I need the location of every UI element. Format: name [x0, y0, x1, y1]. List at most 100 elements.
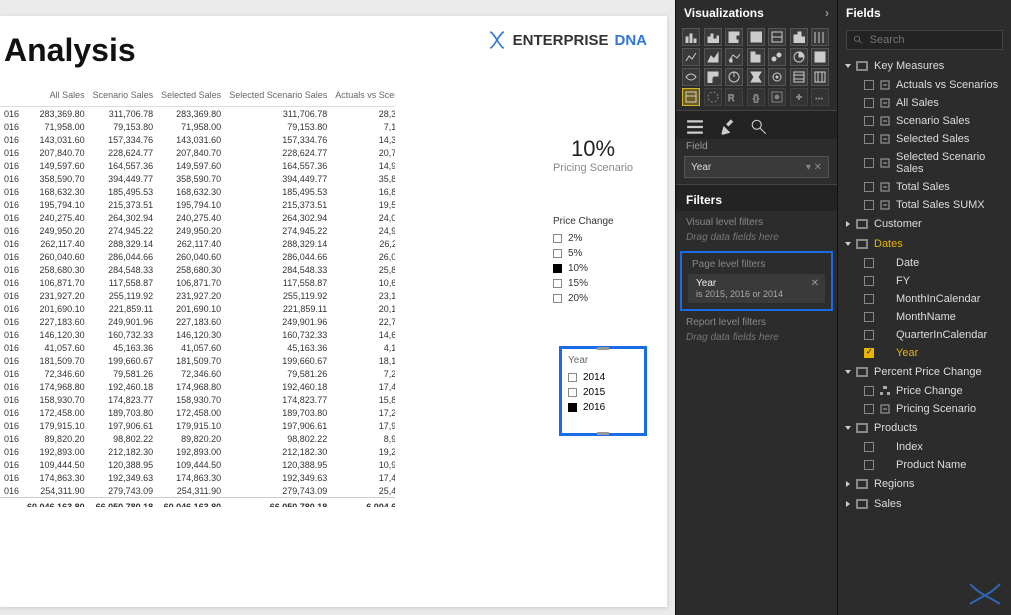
viz-type-icon[interactable]	[725, 68, 743, 86]
table-header[interactable]: All Sales	[23, 87, 89, 107]
chevron-right-icon[interactable]: ›	[825, 6, 829, 20]
price-change-option[interactable]: 20%	[553, 291, 643, 306]
field-year[interactable]: Year	[838, 344, 1011, 362]
viz-type-icon[interactable]	[704, 48, 722, 66]
viz-type-icon[interactable]	[747, 68, 765, 86]
price-change-option[interactable]: 5%	[553, 246, 643, 261]
field-price-change[interactable]: Price Change	[838, 382, 1011, 400]
table-row[interactable]: 016149,597.60164,557.36149,597.60164,557…	[0, 159, 395, 172]
field-selected-sales[interactable]: Selected Sales	[838, 130, 1011, 148]
table-row[interactable]: 01671,958.0079,153.8071,958.0079,153.807…	[0, 120, 395, 133]
table-row[interactable]: 016254,311.90279,743.09254,311.90279,743…	[0, 484, 395, 498]
table-row[interactable]: 01689,820.2098,802.2289,820.2098,802.228…	[0, 432, 395, 445]
viz-type-icon[interactable]	[682, 88, 700, 106]
table-row[interactable]: 016231,927.20255,119.92231,927.20255,119…	[0, 289, 395, 302]
format-tab[interactable]	[718, 119, 736, 135]
field-total-sales[interactable]: Total Sales	[838, 178, 1011, 196]
report-filter-dropzone[interactable]: Drag data fields here	[676, 330, 837, 351]
table-header-products[interactable]: Products	[838, 418, 1011, 438]
viz-type-icon[interactable]	[725, 48, 743, 66]
viz-type-icon[interactable]	[768, 68, 786, 86]
page-filter-year[interactable]: Year is 2015, 2016 or 2014 ✕	[688, 274, 825, 303]
table-row[interactable]: 01641,057.6045,163.3641,057.6045,163.364…	[0, 341, 395, 354]
table-header[interactable]: Selected Sales	[157, 87, 225, 107]
table-row[interactable]: 016172,458.00189,703.80172,458.00189,703…	[0, 406, 395, 419]
viz-type-icon[interactable]	[790, 68, 808, 86]
table-row[interactable]: 016192,893.00212,182.30192,893.00212,182…	[0, 445, 395, 458]
visual-filter-dropzone[interactable]: Drag data fields here	[676, 230, 837, 251]
year-option[interactable]: 2014	[568, 370, 638, 385]
table-row[interactable]: 016283,369.80311,706.78283,369.80311,706…	[0, 107, 395, 121]
field-index[interactable]: Index	[838, 438, 1011, 456]
field-fy[interactable]: FY	[838, 272, 1011, 290]
table-header[interactable]: Scenario Sales	[89, 87, 158, 107]
table-row[interactable]: 016174,968.80192,460.18174,968.80192,460…	[0, 380, 395, 393]
field-selected-scenario-sales[interactable]: Selected Scenario Sales	[838, 148, 1011, 178]
field-monthincalendar[interactable]: MonthInCalendar	[838, 290, 1011, 308]
table-header-key-measures[interactable]: Key Measures	[838, 56, 1011, 76]
price-change-option[interactable]: 10%	[553, 261, 643, 276]
year-slicer[interactable]: Year 201420152016	[559, 346, 647, 436]
table-row[interactable]: 016195,794.10215,373.51195,794.10215,373…	[0, 198, 395, 211]
fields-header[interactable]: Fields	[838, 0, 1011, 26]
fields-search[interactable]	[846, 30, 1003, 50]
viz-type-icon[interactable]	[725, 28, 743, 46]
table-row[interactable]: 016146,120.30160,732.33146,120.30160,732…	[0, 328, 395, 341]
viz-type-icon[interactable]	[768, 88, 786, 106]
table-row[interactable]: 016109,444.50120,388.95109,444.50120,388…	[0, 458, 395, 471]
field-menu-icon[interactable]: ▾ ✕	[806, 162, 822, 173]
viz-type-icon[interactable]	[790, 28, 808, 46]
field-date[interactable]: Date	[838, 254, 1011, 272]
table-header[interactable]: Actuals vs Scenarios	[331, 87, 395, 107]
year-option[interactable]: 2016	[568, 400, 638, 415]
table-header-customer[interactable]: Customer	[838, 214, 1011, 234]
table-row[interactable]: 016260,040.60286,044.66260,040.60286,044…	[0, 250, 395, 263]
viz-type-icon[interactable]	[747, 48, 765, 66]
visualizations-header[interactable]: Visualizations ›	[676, 0, 837, 26]
viz-type-icon[interactable]	[790, 48, 808, 66]
viz-type-icon[interactable]	[682, 48, 700, 66]
data-table-visual[interactable]: All SalesScenario SalesSelected SalesSel…	[0, 87, 395, 507]
field-pricing-scenario[interactable]: Pricing Scenario	[838, 400, 1011, 418]
table-row[interactable]: 016201,690.10221,859.11201,690.10221,859…	[0, 302, 395, 315]
pricing-scenario-card[interactable]: 10% Pricing Scenario	[543, 136, 643, 174]
viz-type-icon[interactable]	[811, 68, 829, 86]
table-header[interactable]	[0, 87, 23, 107]
table-row[interactable]: 016207,840.70228,624.77207,840.70228,624…	[0, 146, 395, 159]
field-monthname[interactable]: MonthName	[838, 308, 1011, 326]
table-row[interactable]: 016158,930.70174,823.77158,930.70174,823…	[0, 393, 395, 406]
viz-type-icon[interactable]	[811, 28, 829, 46]
table-header[interactable]: Selected Scenario Sales	[225, 87, 331, 107]
table-row[interactable]: 016249,950.20274,945.22249,950.20274,945…	[0, 224, 395, 237]
field-total-sales-sumx[interactable]: Total Sales SUMX	[838, 196, 1011, 214]
field-scenario-sales[interactable]: Scenario Sales	[838, 112, 1011, 130]
price-change-slicer[interactable]: Price Change 2%5%10%15%20%	[553, 216, 643, 306]
table-row[interactable]: 016262,117.40288,329.14262,117.40288,329…	[0, 237, 395, 250]
viz-type-icon[interactable]	[790, 88, 808, 106]
viz-type-icon[interactable]: R	[725, 88, 743, 106]
viz-type-icon[interactable]	[768, 48, 786, 66]
analytics-tab[interactable]	[750, 119, 768, 135]
viz-type-icon[interactable]	[704, 88, 722, 106]
viz-type-icon[interactable]	[682, 28, 700, 46]
table-row[interactable]: 016179,915.10197,906.61179,915.10197,906…	[0, 419, 395, 432]
table-row[interactable]: 016174,863.30192,349.63174,863.30192,349…	[0, 471, 395, 484]
viz-type-icon[interactable]	[768, 28, 786, 46]
report-canvas[interactable]: Analysis ENTERPRISE DNA All SalesScenari…	[0, 0, 675, 615]
field-all-sales[interactable]: All Sales	[838, 94, 1011, 112]
year-option[interactable]: 2015	[568, 385, 638, 400]
table-header-dates[interactable]: Dates	[838, 234, 1011, 254]
fields-tab[interactable]	[686, 119, 704, 135]
viz-type-icon[interactable]	[704, 28, 722, 46]
table-row[interactable]: 016181,509.70199,660.67181,509.70199,660…	[0, 354, 395, 367]
viz-type-icon[interactable]	[811, 48, 829, 66]
field-actuals-vs-scenarios[interactable]: Actuals vs Scenarios	[838, 76, 1011, 94]
table-row[interactable]: 016227,183.60249,901.96227,183.60249,901…	[0, 315, 395, 328]
table-row[interactable]: 016258,680.30284,548.33258,680.30284,548…	[0, 263, 395, 276]
table-header-percent-price-change[interactable]: Percent Price Change	[838, 362, 1011, 382]
field-product-name[interactable]: Product Name	[838, 456, 1011, 474]
table-row[interactable]: 016168,632.30185,495.53168,632.30185,495…	[0, 185, 395, 198]
viz-type-icon[interactable]: {}	[747, 88, 765, 106]
viz-type-icon[interactable]	[682, 68, 700, 86]
field-well-year[interactable]: Year ▾ ✕	[684, 156, 829, 178]
